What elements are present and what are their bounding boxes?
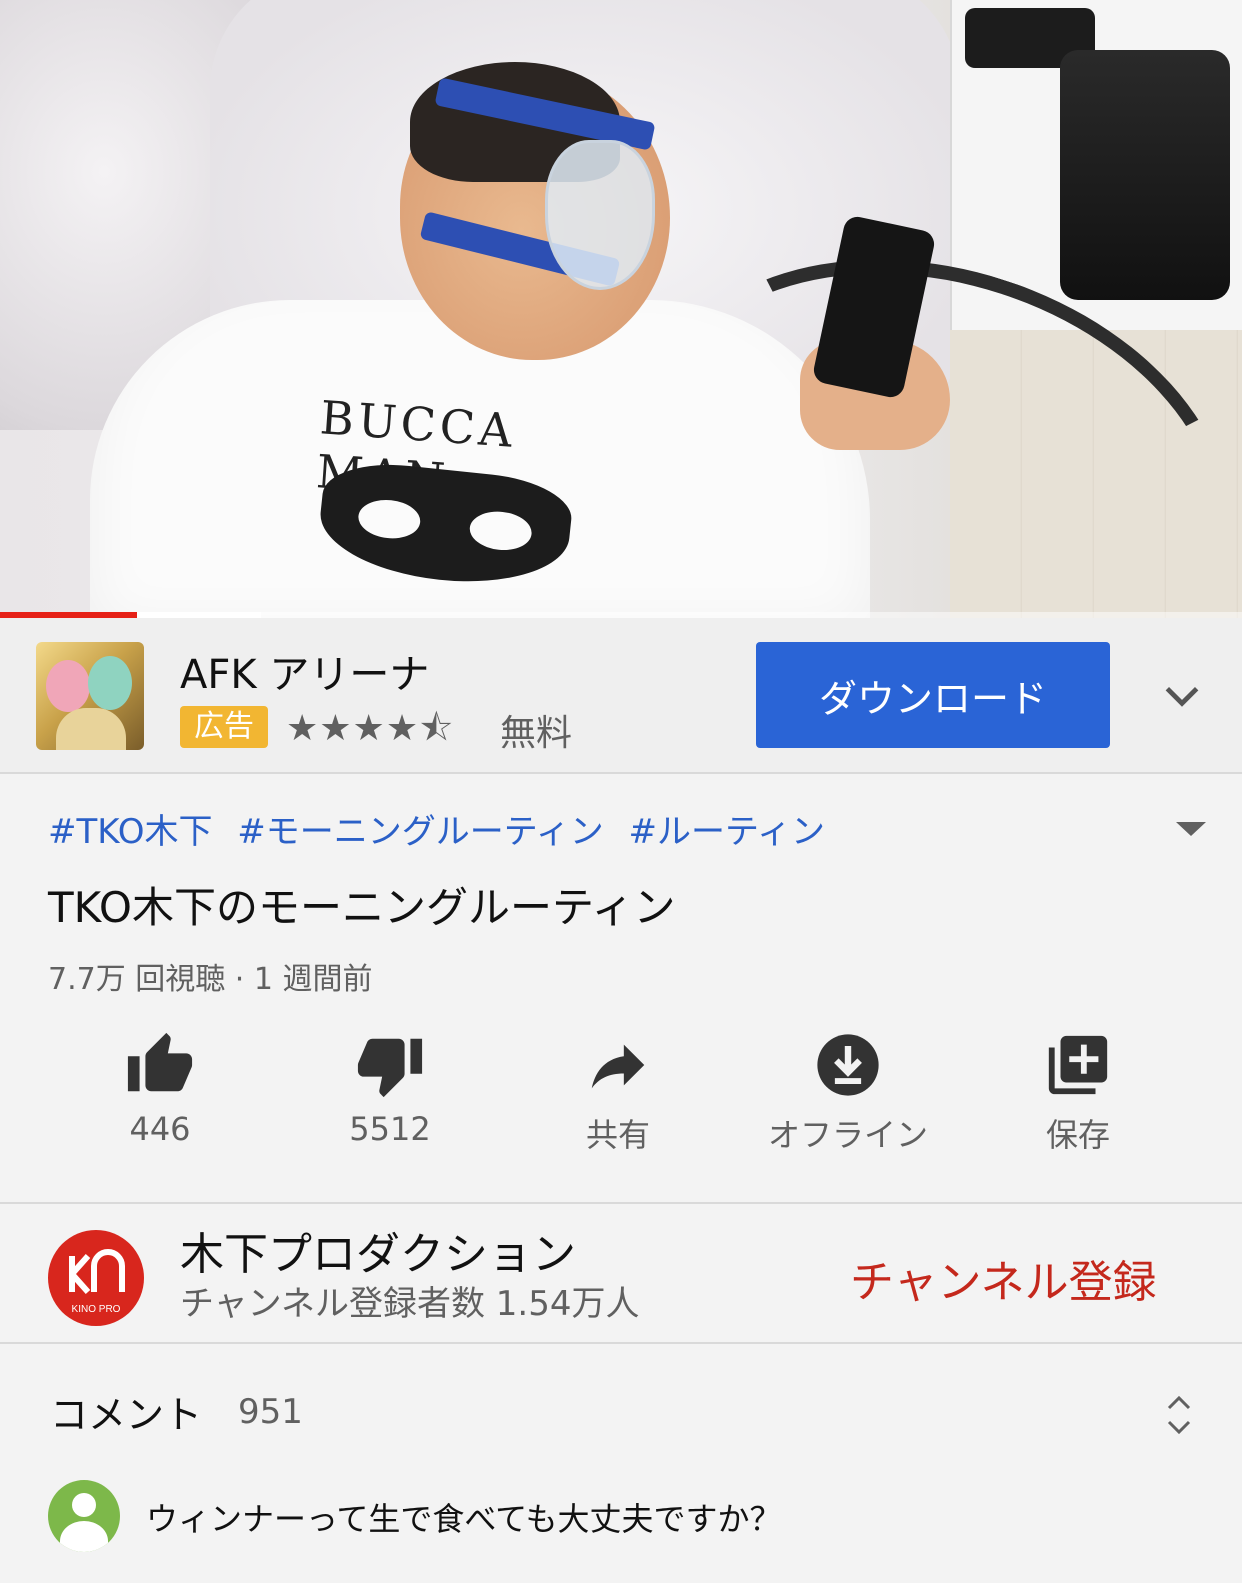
like-button[interactable]: 446 <box>50 1030 270 1170</box>
user-avatar <box>48 1480 120 1552</box>
channel-logo-text: KINO PRO <box>72 1304 121 1315</box>
ad-app-title[interactable]: AFK アリーナ <box>180 642 429 700</box>
ad-icon-emblem <box>56 708 126 750</box>
ad-app-icon[interactable] <box>36 642 144 750</box>
share-button[interactable]: 共有 <box>508 1030 728 1170</box>
avatar-head <box>72 1493 96 1517</box>
video-title: TKO木下のモーニングルーティン <box>48 883 676 932</box>
comment-preview-text[interactable]: ウィンナーって生で食べても大丈夫ですか？ <box>146 1494 782 1540</box>
video-player[interactable]: BUCCA MAN <box>0 0 1242 622</box>
channel-avatar[interactable]: KINO PRO <box>48 1230 144 1326</box>
avatar-body <box>60 1521 108 1552</box>
like-count: 446 <box>129 1110 191 1148</box>
section-divider <box>0 1342 1242 1344</box>
video-action-bar: 446 5512 共有 オフライン 保存 <box>0 1030 1242 1170</box>
video-frame-nasal-mask <box>545 140 655 290</box>
hashtag-list: #TKO木下 #モーニングルーティン #ルーティン <box>48 804 839 853</box>
ad-icon-character <box>88 656 132 710</box>
ad-icon-character <box>46 660 90 712</box>
ad-price: 無料 <box>500 713 573 754</box>
thumbs-down-icon <box>357 1038 423 1098</box>
ad-banner[interactable]: AFK アリーナ 広告 ★★★★⯪ 無料 ダウンロード <box>0 618 1242 774</box>
section-divider <box>0 1202 1242 1204</box>
share-label: 共有 <box>585 1116 650 1154</box>
expand-description-icon[interactable] <box>1176 822 1206 836</box>
comments-header[interactable]: コメント <box>50 1384 202 1439</box>
comments-count: 951 <box>238 1392 303 1432</box>
save-button[interactable]: 保存 <box>968 1030 1188 1170</box>
ad-rating-stars: ★★★★⯪ <box>286 708 455 749</box>
subscribe-button[interactable]: チャンネル登録 <box>850 1246 1157 1310</box>
offline-button[interactable]: オフライン <box>738 1030 958 1170</box>
expand-collapse-icon[interactable] <box>1164 1392 1194 1438</box>
ad-badge: 広告 <box>180 706 268 748</box>
hashtag-link[interactable]: #ルーティン <box>629 812 825 852</box>
video-view-count-and-date: 7.7万 回視聴 · 1 週間前 <box>48 962 373 997</box>
download-icon <box>817 1034 879 1096</box>
dislike-button[interactable]: 5512 <box>280 1030 500 1170</box>
playlist-add-icon <box>1048 1035 1108 1095</box>
thumbs-up-icon <box>127 1032 193 1092</box>
channel-logo-icon: KINO PRO <box>69 1249 125 1315</box>
video-frame-cpap-machine <box>1060 50 1230 300</box>
chevron-down-icon[interactable] <box>1160 674 1204 718</box>
dislike-count: 5512 <box>349 1110 431 1148</box>
offline-label: オフライン <box>767 1116 928 1154</box>
channel-subscriber-count: チャンネル登録者数 1.54万人 <box>180 1284 640 1324</box>
channel-name[interactable]: 木下プロダクション <box>180 1218 576 1282</box>
ad-download-button[interactable]: ダウンロード <box>756 642 1110 748</box>
hashtag-link[interactable]: #TKO木下 <box>48 812 212 852</box>
share-icon <box>591 1044 645 1089</box>
hashtag-link[interactable]: #モーニングルーティン <box>237 812 603 852</box>
save-label: 保存 <box>1045 1116 1110 1154</box>
